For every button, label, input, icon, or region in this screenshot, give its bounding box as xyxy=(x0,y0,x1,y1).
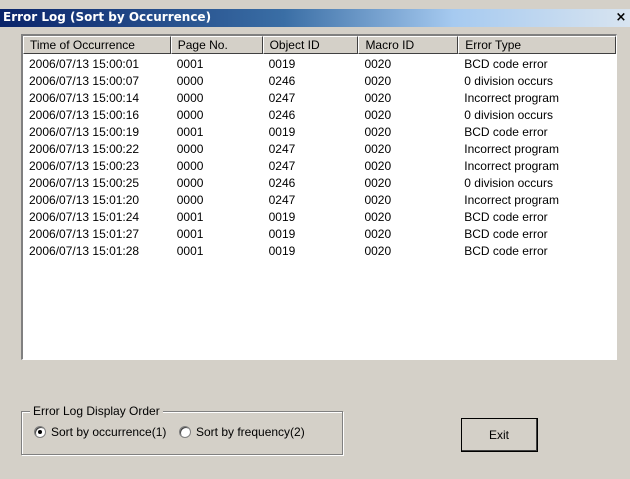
cell-page-no: 0000 xyxy=(176,159,204,173)
cell-error-type: 0 division occurs xyxy=(464,176,553,190)
sort-by-frequency-radio[interactable]: Sort by frequency(2) xyxy=(179,425,305,439)
cell-page-no: 0000 xyxy=(176,91,204,105)
cell-page-no: 0000 xyxy=(176,142,204,156)
cell-page-no: 0001 xyxy=(176,125,204,139)
cell-error-type: BCD code error xyxy=(464,125,548,139)
cell-time: 2006/07/13 15:00:23 xyxy=(29,159,140,173)
sort-by-frequency-label: Sort by frequency(2) xyxy=(196,425,305,439)
display-order-group: Error Log Display Order Sort by occurren… xyxy=(21,404,343,455)
column-header-time[interactable]: Time of Occurrence xyxy=(23,36,171,54)
cell-time: 2006/07/13 15:01:28 xyxy=(29,244,140,258)
cell-object-id: 0246 xyxy=(268,108,296,122)
cell-time: 2006/07/13 15:00:07 xyxy=(29,74,140,88)
cell-object-id: 0019 xyxy=(268,227,296,241)
cell-page-no: 0001 xyxy=(176,227,204,241)
table-row[interactable]: 2006/07/13 15:00:22 0000 0247 0020 Incorrect… xyxy=(23,141,616,158)
cell-macro-id: 0020 xyxy=(364,210,392,224)
cell-macro-id: 0020 xyxy=(364,57,392,71)
radio-circle-occurrence xyxy=(34,426,46,438)
cell-macro-id: 0020 xyxy=(364,108,392,122)
table-row[interactable]: 2006/07/13 15:01:20 0000 0247 0020 Incorrect… xyxy=(23,192,616,209)
cell-object-id: 0247 xyxy=(268,91,296,105)
sort-by-occurrence-label: Sort by occurrence(1) xyxy=(51,425,167,439)
cell-error-type: 0 division occurs xyxy=(464,108,553,122)
cell-error-type: Incorrect program xyxy=(464,142,559,156)
cell-time: 2006/07/13 15:00:22 xyxy=(29,142,140,156)
table-row[interactable]: 2006/07/13 15:00:25 0000 0246 0020 0 divisio… xyxy=(23,175,616,192)
title-bar[interactable]: Error Log (Sort by Occurrence) × xyxy=(0,9,630,27)
cell-time: 2006/07/13 15:00:16 xyxy=(29,108,140,122)
table-header: Time of Occurrence Page No. Object ID Ma… xyxy=(23,36,616,54)
column-header-page-no[interactable]: Page No. xyxy=(170,36,263,54)
cell-time: 2006/07/13 15:01:24 xyxy=(29,210,140,224)
cell-macro-id: 0020 xyxy=(364,91,392,105)
cell-macro-id: 0020 xyxy=(364,159,392,173)
cell-macro-id: 0020 xyxy=(364,244,392,258)
radio-selected-dot xyxy=(38,430,42,434)
cell-object-id: 0246 xyxy=(268,176,296,190)
window-title: Error Log (Sort by Occurrence) xyxy=(3,10,212,24)
cell-error-type: 0 division occurs xyxy=(464,74,553,88)
cell-object-id: 0019 xyxy=(268,210,296,224)
column-header-macro-id[interactable]: Macro ID xyxy=(358,36,459,54)
table-body: 2006/07/13 15:00:01 0001 0019 0020 BCD code … xyxy=(23,56,616,260)
cell-object-id: 0247 xyxy=(268,159,296,173)
cell-page-no: 0001 xyxy=(176,210,204,224)
cell-macro-id: 0020 xyxy=(364,227,392,241)
cell-object-id: 0019 xyxy=(268,125,296,139)
radio-circle-frequency xyxy=(179,426,191,438)
table-row[interactable]: 2006/07/13 15:00:19 0001 0019 0020 BCD code … xyxy=(23,124,616,141)
cell-error-type: BCD code error xyxy=(464,244,548,258)
cell-page-no: 0001 xyxy=(176,244,204,258)
cell-error-type: Incorrect program xyxy=(464,159,559,173)
cell-macro-id: 0020 xyxy=(364,125,392,139)
cell-page-no: 0000 xyxy=(176,176,204,190)
cell-macro-id: 0020 xyxy=(364,176,392,190)
display-order-legend: Error Log Display Order xyxy=(30,404,163,418)
cell-error-type: BCD code error xyxy=(464,57,548,71)
table-row[interactable]: 2006/07/13 15:00:07 0000 0246 0020 0 divisio… xyxy=(23,73,616,90)
cell-time: 2006/07/13 15:00:19 xyxy=(29,125,140,139)
cell-time: 2006/07/13 15:01:27 xyxy=(29,227,140,241)
table-row[interactable]: 2006/07/13 15:00:14 0000 0247 0020 Incorrect… xyxy=(23,90,616,107)
table-row[interactable]: 2006/07/13 15:01:28 0001 0019 0020 BCD code … xyxy=(23,243,616,260)
cell-time: 2006/07/13 15:00:25 xyxy=(29,176,140,190)
table-row[interactable]: 2006/07/13 15:00:23 0000 0247 0020 Incorrect… xyxy=(23,158,616,175)
cell-error-type: BCD code error xyxy=(464,210,548,224)
cell-macro-id: 0020 xyxy=(364,193,392,207)
close-icon[interactable]: × xyxy=(614,10,628,25)
cell-page-no: 0000 xyxy=(176,193,204,207)
table-row[interactable]: 2006/07/13 15:00:16 0000 0246 0020 0 divisio… xyxy=(23,107,616,124)
cell-page-no: 0001 xyxy=(176,57,204,71)
error-log-window: Error Log (Sort by Occurrence) × Time of… xyxy=(0,0,630,479)
cell-page-no: 0000 xyxy=(176,74,204,88)
cell-object-id: 0247 xyxy=(268,142,296,156)
cell-object-id: 0246 xyxy=(268,74,296,88)
cell-time: 2006/07/13 15:00:01 xyxy=(29,57,140,71)
cell-error-type: BCD code error xyxy=(464,227,548,241)
cell-error-type: Incorrect program xyxy=(464,91,559,105)
cell-page-no: 0000 xyxy=(176,108,204,122)
error-log-table[interactable]: Time of Occurrence Page No. Object ID Ma… xyxy=(21,34,617,360)
cell-object-id: 0019 xyxy=(268,57,296,71)
cell-object-id: 0019 xyxy=(268,244,296,258)
sort-by-occurrence-radio[interactable]: Sort by occurrence(1) xyxy=(34,425,166,439)
column-header-error-type[interactable]: Error Type xyxy=(458,36,616,54)
cell-time: 2006/07/13 15:00:14 xyxy=(29,91,140,105)
cell-error-type: Incorrect program xyxy=(464,193,559,207)
table-row[interactable]: 2006/07/13 15:00:01 0001 0019 0020 BCD code … xyxy=(23,56,616,73)
cell-macro-id: 0020 xyxy=(364,142,392,156)
table-row[interactable]: 2006/07/13 15:01:24 0001 0019 0020 BCD code … xyxy=(23,209,616,226)
cell-time: 2006/07/13 15:01:20 xyxy=(29,193,140,207)
exit-button[interactable]: Exit xyxy=(461,418,538,452)
column-header-object-id[interactable]: Object ID xyxy=(262,36,359,54)
cell-macro-id: 0020 xyxy=(364,74,392,88)
cell-object-id: 0247 xyxy=(268,193,296,207)
table-row[interactable]: 2006/07/13 15:01:27 0001 0019 0020 BCD code … xyxy=(23,226,616,243)
